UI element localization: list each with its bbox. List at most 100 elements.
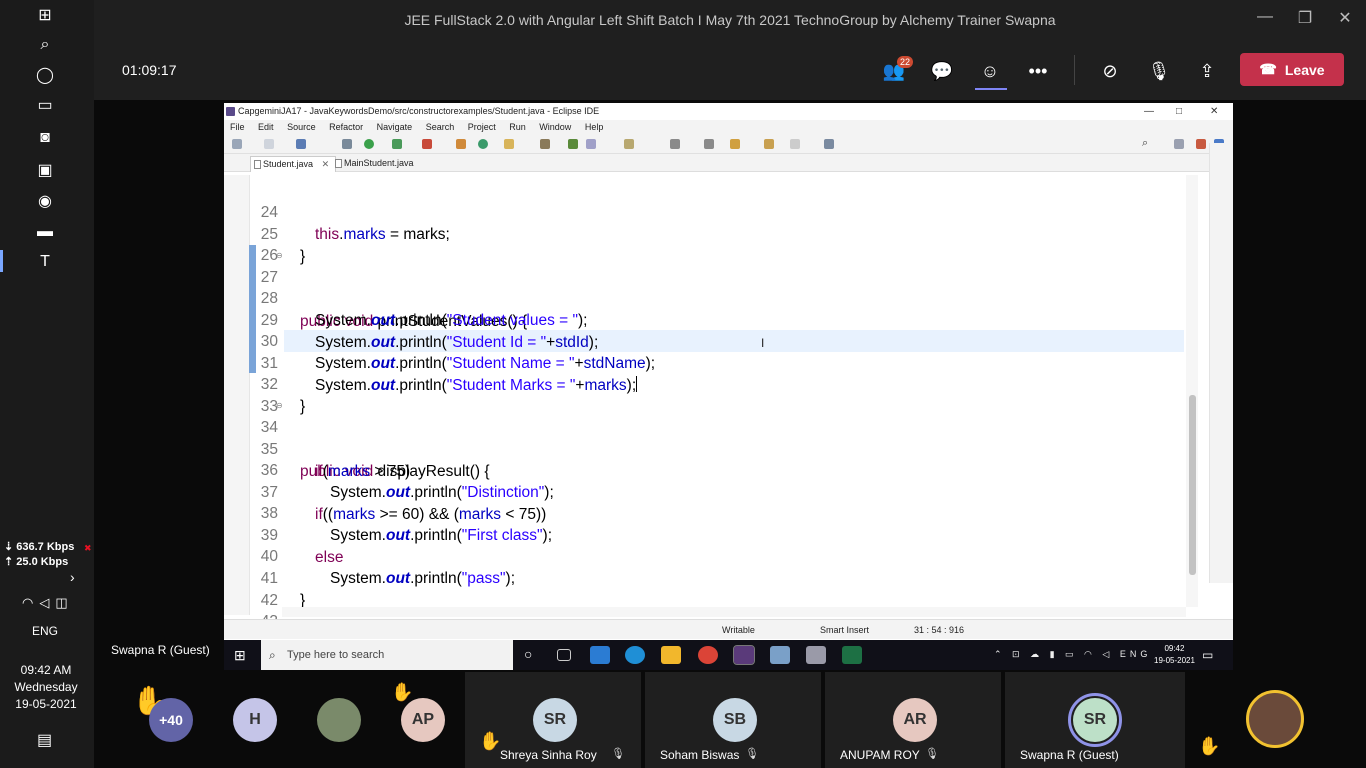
search-icon[interactable]: ⌕ — [34, 34, 56, 56]
file-explorer-icon[interactable] — [661, 646, 681, 664]
eclipse-search-icon[interactable]: ⌕ — [1142, 137, 1148, 150]
avatar-photo[interactable] — [317, 698, 361, 742]
menu-window[interactable]: Window — [539, 122, 571, 132]
task-view-icon[interactable] — [557, 649, 571, 661]
more-options-icon[interactable]: ••• — [1022, 56, 1054, 86]
avatar[interactable]: AP — [401, 698, 445, 742]
forward-icon[interactable] — [790, 139, 800, 149]
debug-icon[interactable] — [342, 139, 352, 149]
eclipse-title-bar: CapgeminiJA17 - JavaKeywordsDemo/src/con… — [224, 103, 1233, 120]
menu-source[interactable]: Source — [287, 122, 316, 132]
terminal-icon[interactable] — [296, 139, 306, 149]
leave-button[interactable]: ☎ Leave — [1240, 53, 1344, 86]
participant-tile[interactable]: SR ✋ Shreya Sinha Roy 🎙 — [465, 672, 641, 768]
menu-edit[interactable]: Edit — [258, 122, 274, 132]
previous-annotation-icon[interactable] — [704, 139, 714, 149]
title-bar: JEE FullStack 2.0 with Angular Left Shif… — [94, 0, 1366, 40]
run-icon[interactable] — [364, 139, 374, 149]
menu-refactor[interactable]: Refactor — [329, 122, 363, 132]
show-whitespace-icon[interactable] — [624, 139, 634, 149]
overflow-participants[interactable]: +40 — [149, 698, 193, 742]
cortana-icon[interactable]: ◯ — [34, 64, 56, 86]
back-icon[interactable] — [764, 139, 774, 149]
chrome-icon[interactable]: ◉ — [34, 190, 56, 212]
external-tools-icon[interactable] — [422, 139, 432, 149]
code-editor[interactable]: 24 this.marks = marks; 25 } 26 27 ⊖ publ… — [224, 175, 1233, 630]
open-type-icon[interactable] — [504, 139, 514, 149]
system-tray[interactable]: ⌃ ⊡ ☁ ▮ ▭ ◠ ◁ ENG — [994, 649, 1151, 660]
tab-close-icon[interactable]: ✕ — [322, 159, 330, 169]
java-ee-perspective-icon[interactable] — [1196, 139, 1206, 149]
participant-tile[interactable]: SR Swapna R (Guest) — [1005, 672, 1185, 768]
language-indicator[interactable]: ENG — [0, 624, 90, 638]
cortana-icon[interactable]: ○ — [524, 646, 532, 662]
eclipse-taskbar-icon[interactable] — [733, 645, 755, 665]
photos-app-icon[interactable]: ▣ — [34, 159, 56, 181]
minimized-views-strip[interactable] — [1209, 143, 1233, 583]
chrome-icon[interactable] — [698, 646, 718, 664]
taskbar-clock[interactable]: 09:42 AM Wednesday 19-05-2021 — [0, 662, 92, 713]
save-icon[interactable] — [264, 139, 274, 149]
close-icon[interactable]: ✖ — [84, 543, 92, 554]
menu-project[interactable]: Project — [468, 122, 496, 132]
maximize-icon[interactable]: ❐ — [1290, 8, 1320, 28]
coverage-icon[interactable] — [392, 139, 402, 149]
menu-help[interactable]: Help — [585, 122, 604, 132]
system-tray[interactable]: ◠◁◫ — [22, 595, 74, 611]
minimize-icon[interactable]: — — [1250, 8, 1280, 26]
new-package-icon[interactable] — [478, 139, 488, 149]
edge-icon[interactable] — [625, 646, 645, 664]
toggle-block-selection-icon[interactable] — [586, 139, 596, 149]
fold-collapse-icon[interactable]: ⊖ — [276, 395, 283, 417]
vertical-scrollbar[interactable] — [1186, 175, 1198, 607]
mail-icon[interactable] — [590, 646, 610, 664]
teams-app-icon[interactable]: T — [34, 251, 56, 273]
participant-tile[interactable]: AR ANUPAM ROY 🎙 — [825, 672, 1001, 768]
eclipse-close-icon[interactable]: ✕ — [1210, 103, 1218, 120]
horizontal-scrollbar[interactable] — [282, 607, 1186, 617]
windows-start-icon[interactable]: ⊞ — [34, 4, 56, 26]
toggle-mark-occurrences-icon[interactable] — [568, 139, 578, 149]
camera-app-icon[interactable]: ◙ — [34, 127, 56, 149]
notifications-icon[interactable]: ▤ — [37, 730, 52, 750]
camera-off-icon[interactable]: ⊘ — [1094, 56, 1126, 86]
chevron-right-icon[interactable]: › — [70, 569, 75, 585]
menu-search[interactable]: Search — [426, 122, 455, 132]
excel-icon[interactable] — [842, 646, 862, 664]
new-icon[interactable] — [232, 139, 242, 149]
host-taskbar: ⊞ ⌕ ◯ ▭ ◙ ▣ ◉ ▬ T ⇣ 636.7 Kbps ⇡ 25.0 Kb… — [0, 0, 94, 768]
search-tool-icon[interactable] — [540, 139, 550, 149]
mic-off-icon[interactable]: 🎙 — [1143, 56, 1175, 86]
close-window-icon[interactable]: ✕ — [1330, 8, 1360, 28]
scrollbar-thumb[interactable] — [1189, 395, 1196, 575]
fold-collapse-icon[interactable]: ⊖ — [276, 245, 283, 267]
tab-mainstudent-java[interactable]: MainStudent.java — [332, 156, 420, 172]
open-perspective-icon[interactable] — [1174, 139, 1184, 149]
new-java-project-icon[interactable] — [456, 139, 466, 149]
chat-icon[interactable]: 💬 — [926, 56, 958, 86]
eclipse-maximize-icon[interactable]: □ — [1176, 103, 1182, 120]
share-tray-icon[interactable]: ⇪ — [1191, 56, 1223, 86]
tab-student-java[interactable]: Student.java ✕ — [250, 156, 337, 172]
self-video-avatar[interactable] — [1246, 690, 1304, 748]
last-edit-icon[interactable] — [730, 139, 740, 149]
reactions-icon[interactable]: ☺ — [974, 56, 1006, 86]
taskbar-search-box[interactable]: ⌕ Type here to search — [261, 640, 513, 670]
mic-off-icon: 🎙 — [611, 748, 625, 760]
notifications-icon[interactable]: ▭ — [1202, 648, 1213, 662]
eclipse-minimize-icon[interactable]: — — [1144, 103, 1154, 120]
pin-editor-icon[interactable] — [824, 139, 834, 149]
taskbar-clock[interactable]: 09:42 19-05-2021 — [1154, 643, 1195, 667]
task-view-icon[interactable]: ▭ — [34, 94, 56, 116]
menu-file[interactable]: File — [230, 122, 245, 132]
file-explorer-icon[interactable]: ▬ — [34, 221, 56, 243]
next-annotation-icon[interactable] — [670, 139, 680, 149]
paint-icon[interactable] — [806, 646, 826, 664]
menu-navigate[interactable]: Navigate — [377, 122, 413, 132]
clock-time: 09:42 AM — [20, 663, 72, 677]
notepad-icon[interactable] — [770, 646, 790, 664]
windows-start-icon[interactable]: ⊞ — [234, 647, 246, 664]
avatar[interactable]: H — [233, 698, 277, 742]
participant-tile[interactable]: SB Soham Biswas 🎙 — [645, 672, 821, 768]
menu-run[interactable]: Run — [509, 122, 526, 132]
